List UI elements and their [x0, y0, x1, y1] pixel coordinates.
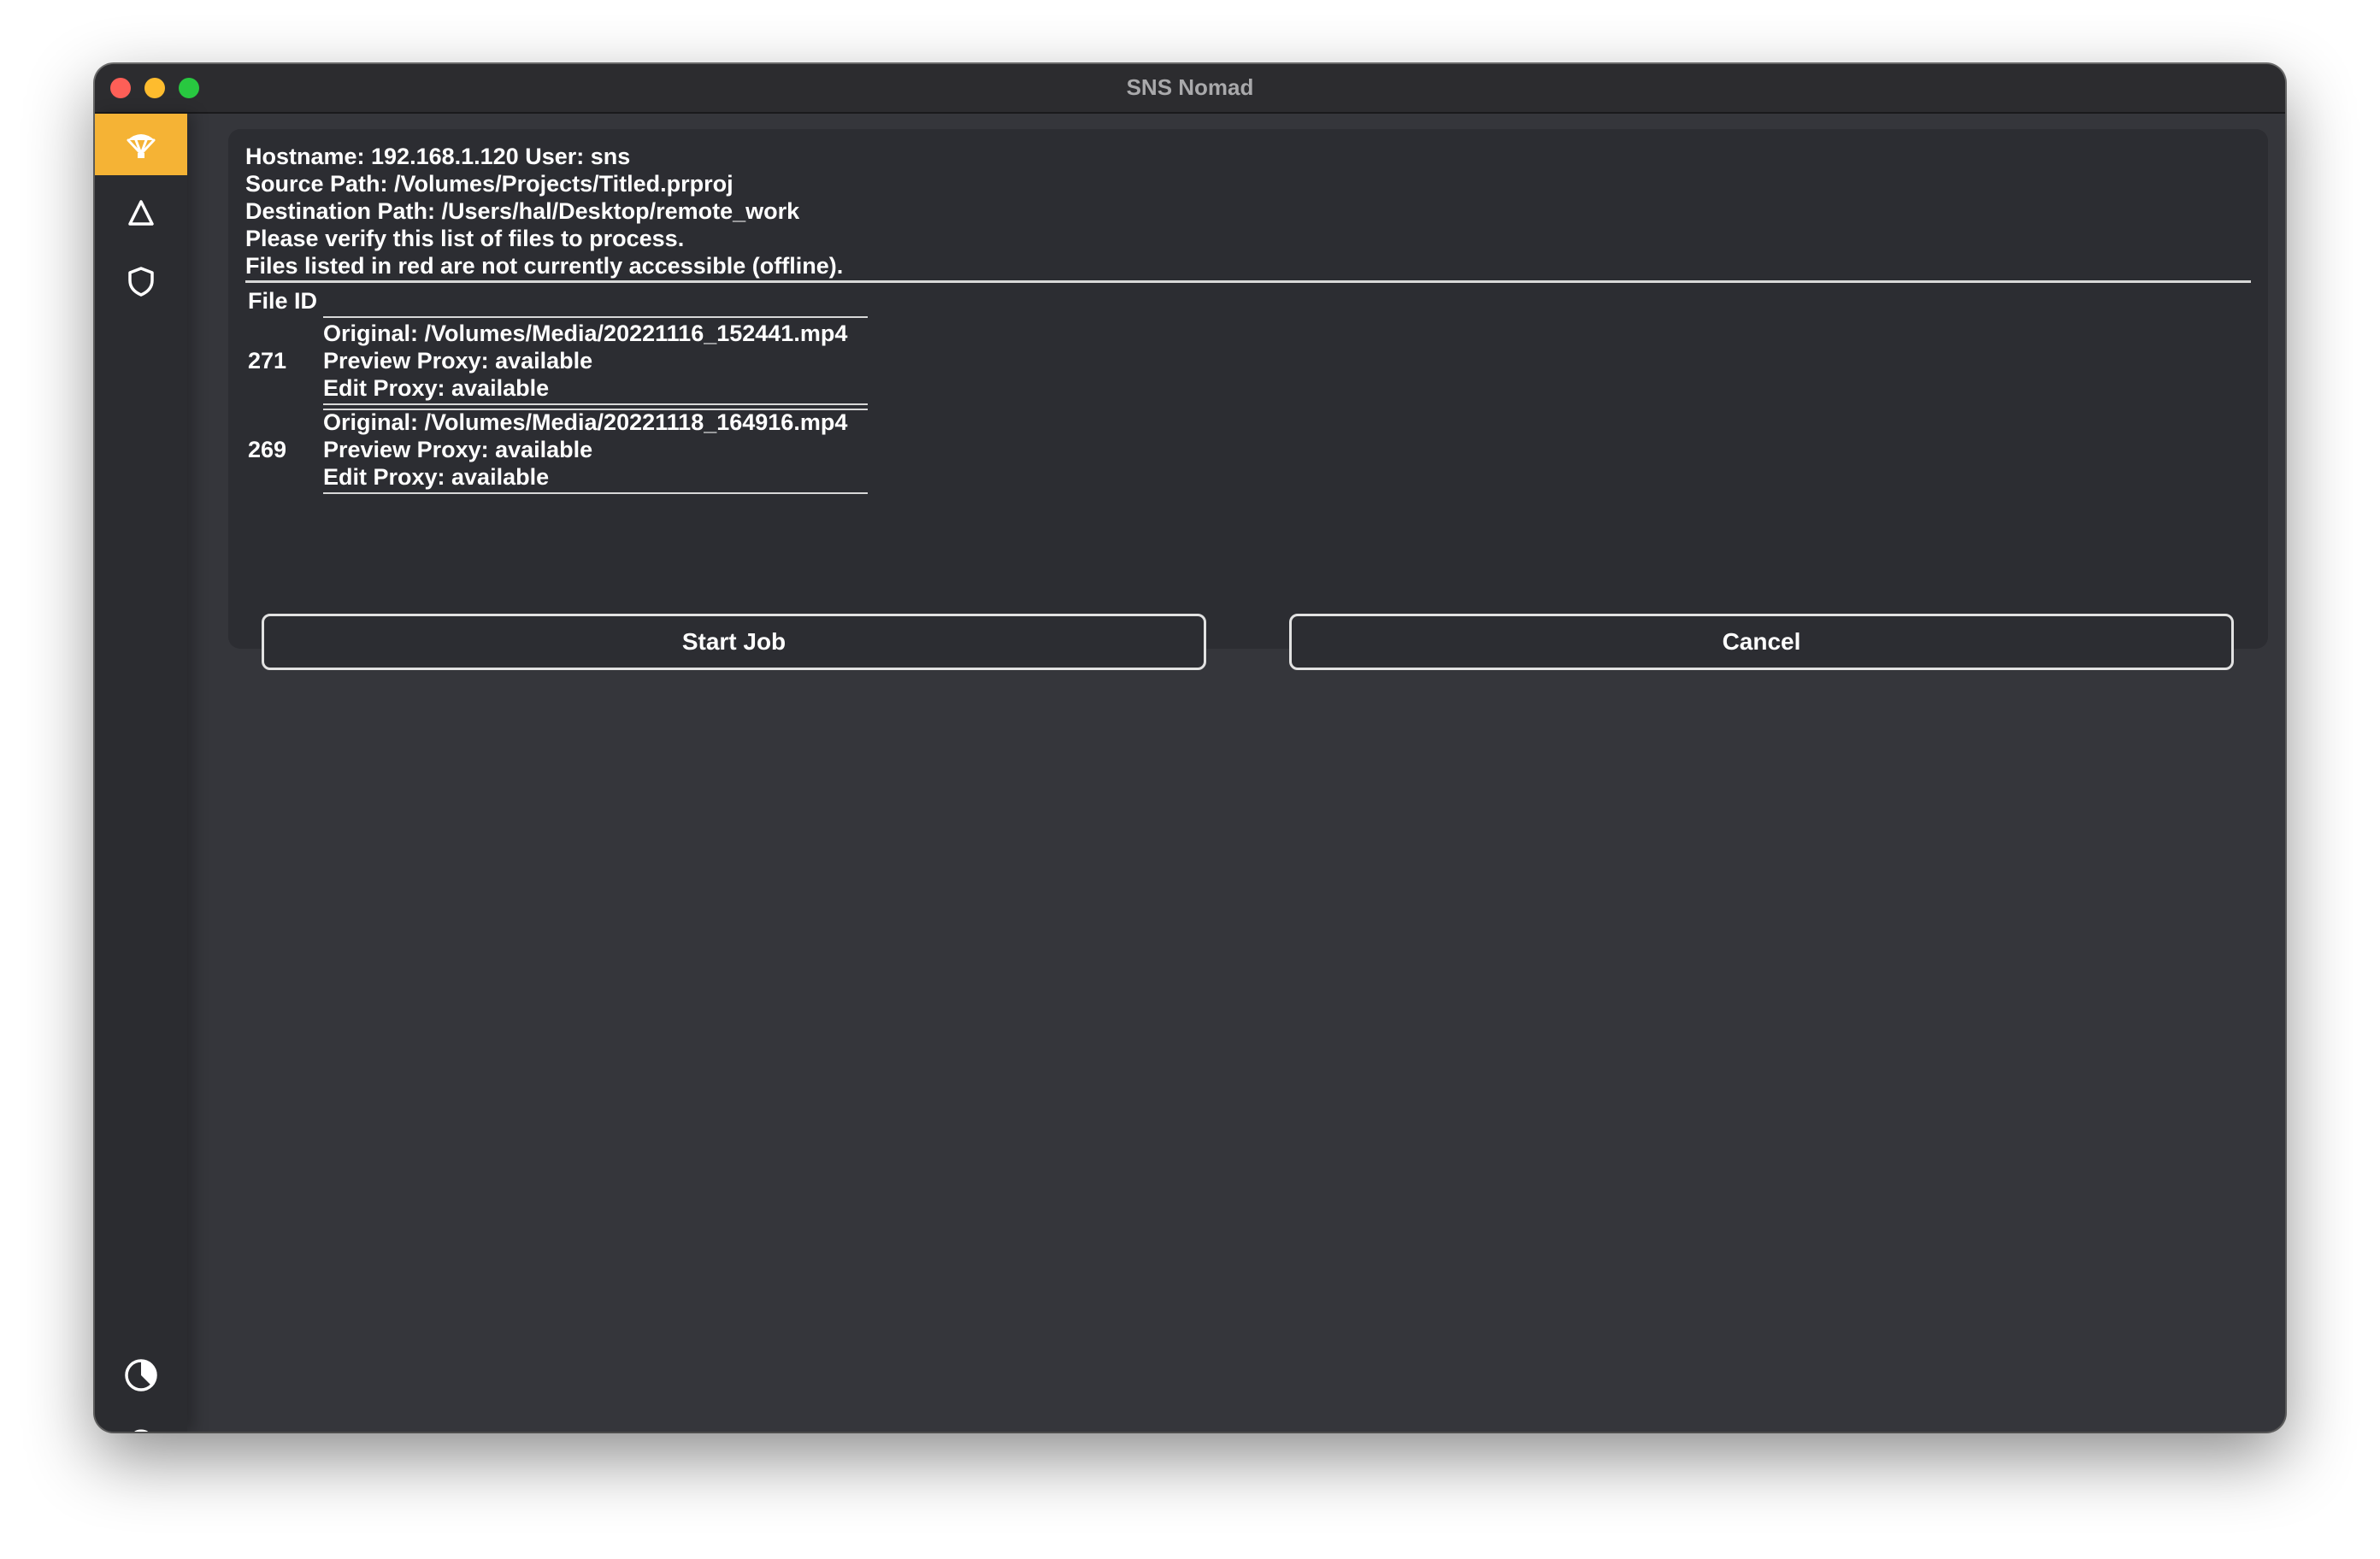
- parachute-icon: [127, 134, 156, 158]
- edit-proxy-status: Edit Proxy: available: [323, 375, 550, 401]
- sidebar-item-help[interactable]: ?: [95, 1413, 187, 1432]
- original-path: Original: /Volumes/Media/20221116_152441…: [323, 321, 848, 346]
- sidebar-item-transfer[interactable]: [95, 114, 187, 175]
- title-bar: SNS Nomad: [95, 64, 2285, 114]
- edit-proxy-status: Edit Proxy: available: [323, 464, 550, 490]
- start-job-button[interactable]: Start Job: [262, 614, 1206, 670]
- file-id: 271: [248, 348, 287, 374]
- shield-icon: [128, 267, 154, 297]
- table-rule: [323, 316, 868, 318]
- summary-divider: [245, 280, 2251, 283]
- sidebar-item-delta[interactable]: [95, 182, 187, 244]
- window-title: SNS Nomad: [1126, 74, 1254, 100]
- table-rule: [323, 403, 868, 405]
- appearance-icon: [125, 1359, 157, 1391]
- file-id-header: File ID: [248, 288, 318, 314]
- help-icon: ?: [130, 1422, 153, 1432]
- cancel-button[interactable]: Cancel: [1289, 614, 2234, 670]
- hostname-line: Hostname: 192.168.1.120 User: sns: [245, 144, 631, 169]
- sidebar-item-appearance[interactable]: [95, 1344, 187, 1406]
- preview-proxy-status: Preview Proxy: available: [323, 348, 593, 374]
- job-summary-panel: Hostname: 192.168.1.120 User: sns Source…: [228, 129, 2268, 670]
- table-rule: [323, 492, 868, 494]
- original-path: Original: /Volumes/Media/20221118_164916…: [323, 409, 848, 435]
- file-id: 269: [248, 437, 287, 462]
- app-window: SNS Nomad Hostname: 192.168.1.120 User: …: [95, 64, 2285, 1432]
- preview-proxy-status: Preview Proxy: available: [323, 437, 593, 462]
- source-path-line: Source Path: /Volumes/Projects/Titled.pr…: [245, 171, 733, 197]
- delta-icon: [128, 200, 154, 226]
- sidebar-item-security[interactable]: [95, 250, 187, 312]
- verify-instruction: Please verify this list of files to proc…: [245, 226, 685, 251]
- sidebar: ?: [95, 114, 187, 1432]
- destination-path-line: Destination Path: /Users/hal/Desktop/rem…: [245, 198, 800, 224]
- offline-note: Files listed in red are not currently ac…: [245, 253, 844, 279]
